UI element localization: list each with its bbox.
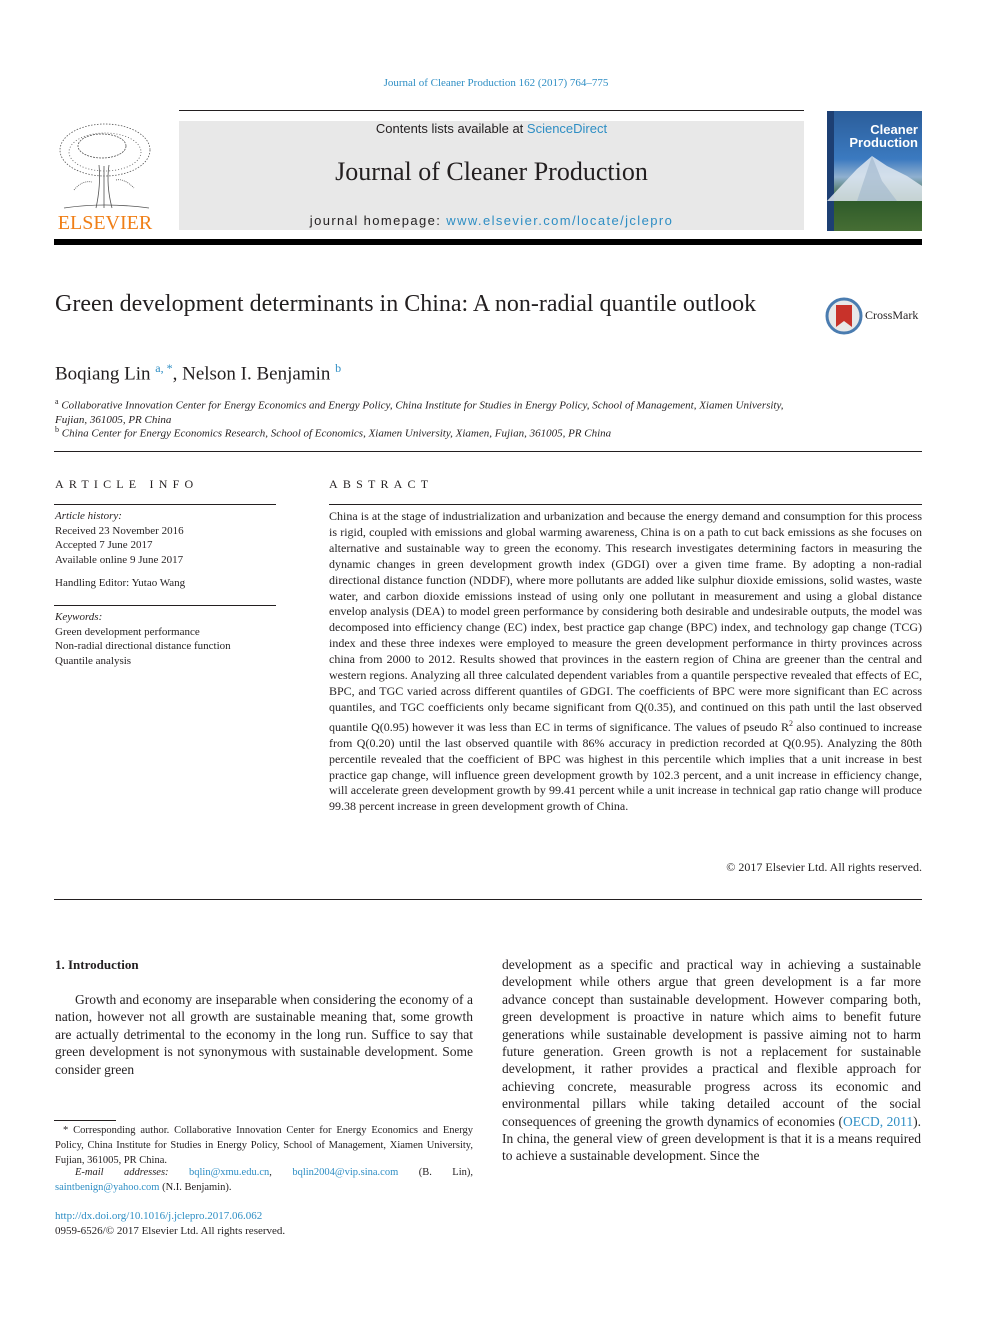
abstract-copyright: © 2017 Elsevier Ltd. All rights reserved… bbox=[726, 860, 922, 874]
keyword: Non-radial directional distance function bbox=[55, 640, 231, 652]
keyword: Green development performance bbox=[55, 625, 200, 638]
doi-link[interactable]: http://dx.doi.org/10.1016/j.jclepro.2017… bbox=[55, 1210, 262, 1222]
email-link[interactable]: bqlin@xmu.edu.cn bbox=[189, 1167, 269, 1178]
crossmark-button[interactable]: CrossMark bbox=[825, 297, 925, 335]
keywords-label: Keywords: bbox=[55, 611, 103, 623]
homepage-link[interactable]: www.elsevier.com/locate/jclepro bbox=[446, 213, 673, 228]
citation-link-oecd[interactable]: OECD, 2011 bbox=[843, 1114, 913, 1129]
top-divider bbox=[179, 110, 804, 111]
online-date: Available online 9 June 2017 bbox=[55, 553, 184, 566]
abstract-text: China is at the stage of industrializati… bbox=[329, 509, 922, 814]
intro-paragraph-right: development as a specific and practical … bbox=[502, 957, 921, 1164]
email-link[interactable]: bqlin2004@vip.sina.com bbox=[292, 1167, 398, 1178]
divider bbox=[54, 605, 276, 606]
divider bbox=[54, 504, 276, 505]
author-affiliation-mark[interactable]: a, * bbox=[155, 361, 172, 375]
abstract-heading: ABSTRACT bbox=[329, 477, 434, 491]
cover-title: Cleaner Production bbox=[849, 122, 918, 150]
article-title: Green development determinants in China:… bbox=[55, 291, 757, 317]
divider bbox=[54, 451, 922, 452]
header-thick-divider bbox=[54, 239, 922, 245]
divider bbox=[329, 504, 922, 505]
section-heading-introduction: 1. Introduction bbox=[55, 957, 139, 972]
sciencedirect-link[interactable]: ScienceDirect bbox=[527, 121, 607, 136]
divider bbox=[54, 899, 922, 900]
journal-name: Journal of Cleaner Production bbox=[335, 157, 648, 186]
history-label: Article history: bbox=[55, 510, 122, 522]
mountain-icon bbox=[827, 156, 922, 201]
contents-line: Contents lists available at ScienceDirec… bbox=[179, 121, 804, 136]
intro-paragraph-left: Growth and economy are inseparable when … bbox=[55, 992, 473, 1077]
crossmark-icon bbox=[825, 297, 863, 335]
email-footnote: E-mail addresses: bqlin@xmu.edu.cn, bqli… bbox=[55, 1167, 473, 1193]
article-info-heading: ARTICLE INFO bbox=[55, 477, 199, 491]
email-link[interactable]: saintbenign@yahoo.com bbox=[55, 1182, 159, 1193]
corresponding-author-footnote: * Corresponding author. Collaborative In… bbox=[55, 1125, 473, 1166]
homepage-line: journal homepage: www.elsevier.com/locat… bbox=[179, 213, 804, 228]
author-name[interactable]: Nelson I. Benjamin bbox=[182, 363, 330, 384]
elsevier-wordmark: ELSEVIER bbox=[57, 212, 153, 234]
journal-citation-link[interactable]: Journal of Cleaner Production 162 (2017)… bbox=[0, 77, 992, 89]
journal-cover-image[interactable]: Cleaner Production bbox=[827, 111, 922, 231]
footnote-divider bbox=[54, 1120, 116, 1121]
received-date: Received 23 November 2016 bbox=[55, 524, 184, 537]
crossmark-label: CrossMark bbox=[865, 308, 919, 322]
keyword: Quantile analysis bbox=[55, 654, 132, 667]
affiliation-a: a Collaborative Innovation Center for En… bbox=[55, 397, 784, 426]
keywords-block: Keywords: Green development performance … bbox=[55, 610, 231, 668]
author-name[interactable]: Boqiang Lin bbox=[55, 363, 151, 384]
accepted-date: Accepted 7 June 2017 bbox=[55, 539, 153, 551]
handling-editor: Handling Editor: Yutao Wang bbox=[55, 577, 186, 589]
author-affiliation-mark[interactable]: b bbox=[335, 361, 341, 375]
affiliation-b: b China Center for Energy Economics Rese… bbox=[55, 425, 612, 440]
issn-copyright: 0959-6526/© 2017 Elsevier Ltd. All right… bbox=[55, 1225, 286, 1237]
contents-prefix: Contents lists available at bbox=[375, 121, 527, 136]
article-history: Article history: Received 23 November 20… bbox=[55, 509, 185, 591]
journal-masthead: Contents lists available at ScienceDirec… bbox=[179, 121, 804, 230]
homepage-prefix: journal homepage: bbox=[309, 213, 447, 228]
author-list: Boqiang Lin a, *, Nelson I. Benjamin b bbox=[55, 361, 342, 385]
